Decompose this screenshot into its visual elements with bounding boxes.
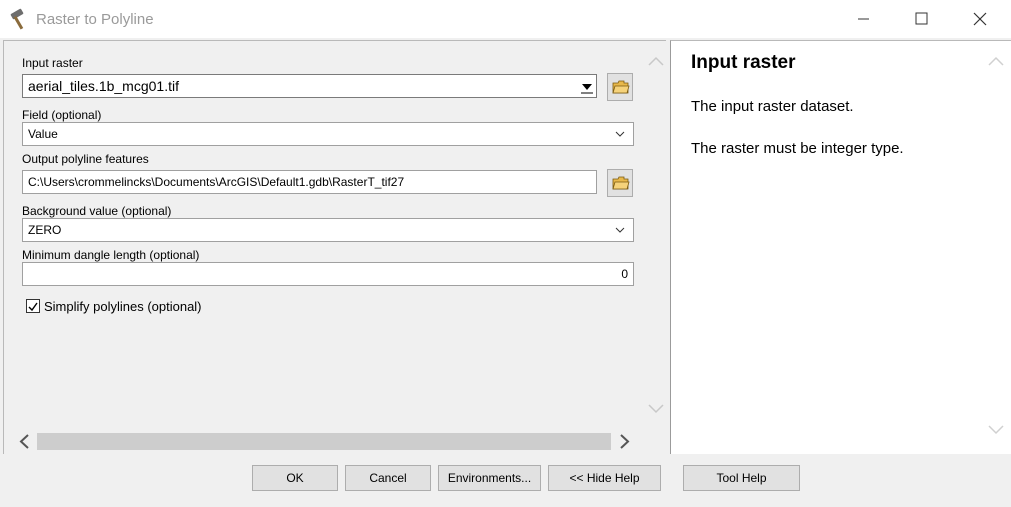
input-raster-browse-button[interactable] [607, 73, 633, 101]
open-folder-icon [612, 176, 630, 190]
scroll-left-icon[interactable] [17, 433, 33, 450]
field-select[interactable]: Value [22, 122, 634, 146]
ok-button[interactable]: OK [252, 465, 338, 491]
tool-help-button[interactable]: Tool Help [683, 465, 800, 491]
scroll-down-icon[interactable] [647, 402, 665, 416]
help-paragraph: The input raster dataset. [691, 98, 854, 115]
close-button[interactable] [950, 0, 1008, 38]
min-dangle-value: 0 [621, 267, 628, 281]
input-raster-label: Input raster [22, 56, 83, 70]
chevron-down-icon [615, 227, 625, 233]
output-path-value: C:\Users\crommelincks\Documents\ArcGIS\D… [28, 175, 405, 189]
scroll-up-icon[interactable] [987, 54, 1005, 68]
horizontal-scrollbar-thumb[interactable] [37, 433, 611, 450]
input-raster-dropdown[interactable] [578, 75, 596, 97]
help-paragraph: The raster must be integer type. [691, 140, 904, 157]
hammer-icon [10, 8, 24, 30]
background-value: ZERO [28, 223, 62, 237]
parameters-pane [3, 40, 666, 454]
min-dangle-input[interactable]: 0 [22, 262, 634, 286]
input-raster-combo[interactable]: aerial_tiles.1b_mcg01.tif [22, 74, 597, 98]
maximize-button[interactable] [892, 0, 950, 38]
output-path-input[interactable]: C:\Users\crommelincks\Documents\ArcGIS\D… [22, 170, 597, 194]
minimize-button[interactable] [834, 0, 892, 38]
cancel-button[interactable]: Cancel [345, 465, 431, 491]
maximize-icon [915, 12, 928, 25]
background-select[interactable]: ZERO [22, 218, 634, 242]
window-title: Raster to Polyline [36, 11, 154, 28]
environments-button[interactable]: Environments... [438, 465, 541, 491]
minimize-icon [858, 18, 869, 20]
scroll-right-icon[interactable] [616, 433, 632, 450]
chevron-down-icon [615, 131, 625, 137]
title-bar: Raster to Polyline [0, 0, 1011, 38]
scroll-down-icon[interactable] [987, 423, 1005, 437]
input-raster-value: aerial_tiles.1b_mcg01.tif [28, 78, 179, 94]
checkmark-icon [28, 302, 38, 312]
hide-help-button[interactable]: << Hide Help [548, 465, 661, 491]
simplify-checkbox[interactable] [26, 299, 40, 313]
field-label: Field (optional) [22, 108, 102, 122]
scroll-up-icon[interactable] [647, 54, 665, 68]
help-title: Input raster [691, 52, 796, 73]
field-value: Value [28, 127, 58, 141]
output-label: Output polyline features [22, 152, 149, 166]
min-dangle-label: Minimum dangle length (optional) [22, 248, 200, 262]
open-folder-icon [612, 80, 630, 94]
close-icon [973, 12, 987, 26]
background-label: Background value (optional) [22, 204, 172, 218]
triangle-down-icon [581, 84, 593, 94]
output-browse-button[interactable] [607, 169, 633, 197]
simplify-label: Simplify polylines (optional) [44, 299, 202, 314]
